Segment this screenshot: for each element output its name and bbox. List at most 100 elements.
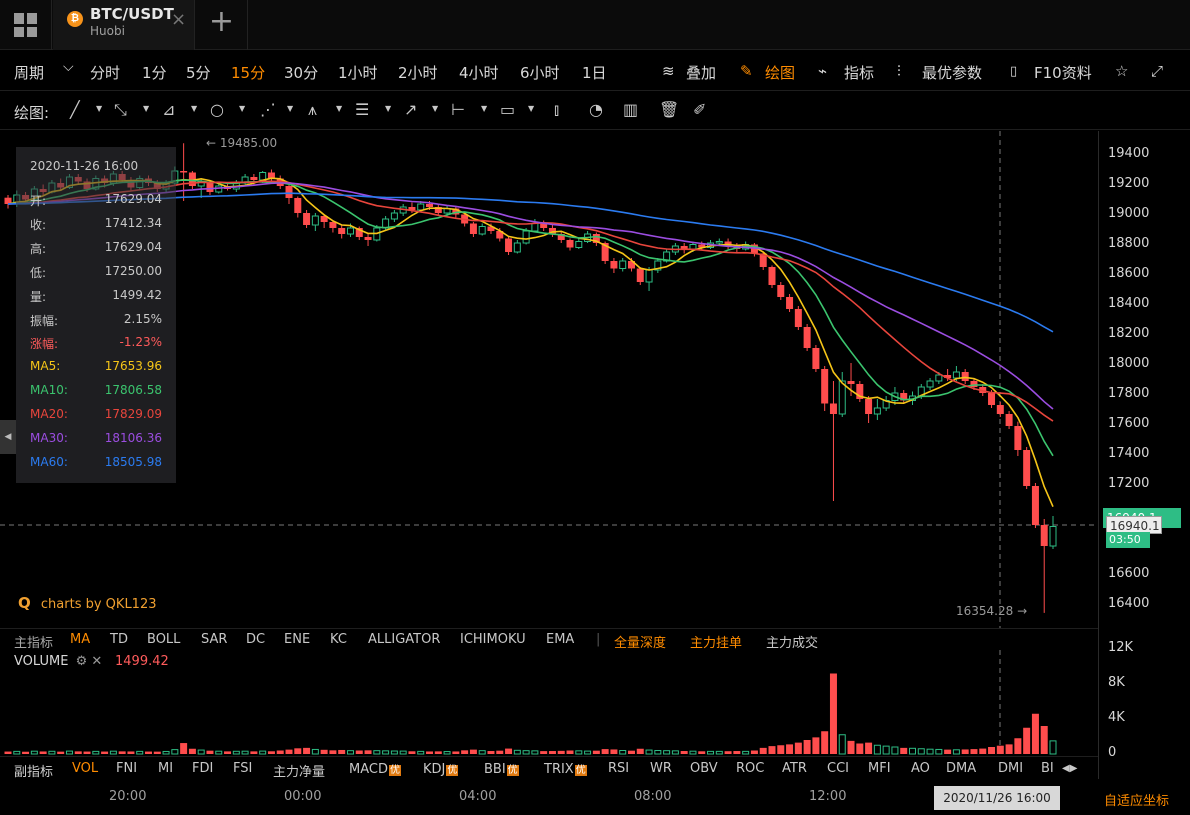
draw-button[interactable]: 绘图 [765, 62, 795, 83]
sub-indicator-obv[interactable]: OBV [690, 761, 718, 776]
sub-indicator-macd[interactable]: MACD 优 [349, 761, 401, 777]
sub-indicator-dmi[interactable]: DMI [998, 761, 1023, 776]
sub-indicator-vol[interactable]: VOL [72, 761, 98, 776]
scroll-arrows-icon[interactable]: ◀▶ [1062, 763, 1077, 774]
sub-indicator-net-volume[interactable]: 主力净量 [273, 761, 325, 780]
close-icon[interactable]: ✕ [91, 654, 102, 669]
indicator-dc[interactable]: DC [246, 632, 265, 647]
interval-2h[interactable]: 2小时 [398, 62, 438, 83]
indicators-button[interactable]: 指标 [844, 62, 874, 83]
period-label[interactable]: 周期 [14, 62, 44, 83]
pattern-tool-icon[interactable]: ⩚ [308, 100, 317, 120]
sub-indicator-wr[interactable]: WR [650, 761, 672, 776]
f10-button[interactable]: F10资料 [1034, 62, 1092, 83]
fullscreen-icon[interactable]: ⤢ [1151, 62, 1163, 80]
sub-indicator-ao[interactable]: AO [911, 761, 930, 776]
circle-tool-icon[interactable]: ○ [210, 100, 224, 119]
sliders-icon[interactable]: ⫶ [897, 62, 901, 80]
autofit-scale-button[interactable]: 自适应坐标 [1104, 790, 1169, 809]
line-tool-icon[interactable]: ╱ [70, 100, 80, 119]
sub-indicator-cci[interactable]: CCI [827, 761, 849, 776]
channel-tool-icon[interactable]: ⊿ [162, 100, 175, 119]
volume-bar [750, 750, 758, 754]
sub-indicator-rsi[interactable]: RSI [608, 761, 629, 776]
ray-tool-icon[interactable]: ⤡ [114, 100, 127, 120]
fib-tool-icon[interactable]: ☰ [355, 100, 369, 119]
sub-indicator-trix[interactable]: TRIX 优 [544, 761, 587, 777]
interval-4h[interactable]: 4小时 [459, 62, 499, 83]
sub-indicator-roc[interactable]: ROC [736, 761, 764, 776]
line-chart-icon[interactable]: ⌁ [818, 62, 827, 80]
sub-indicator-mi[interactable]: MI [158, 761, 173, 776]
gear-icon[interactable]: ⚙ [76, 654, 88, 669]
full-depth-button[interactable]: 全量深度 [614, 632, 666, 651]
indicator-sar[interactable]: SAR [201, 632, 227, 647]
layers-icon[interactable]: ≋ [662, 62, 675, 80]
volume-bar [856, 743, 864, 754]
chart-tool-icon[interactable]: ◔ [589, 100, 603, 119]
close-tab-icon[interactable]: × [171, 9, 186, 30]
time-tick: 12:00 [809, 789, 847, 804]
chevron-down-icon[interactable]: ▼ [143, 104, 149, 113]
info-value: 18106.36 [104, 431, 162, 445]
sub-indicator-fsi[interactable]: FSI [233, 761, 252, 776]
indicator-ichimoku[interactable]: ICHIMOKU [460, 632, 526, 647]
interval-5m[interactable]: 5分 [186, 62, 211, 83]
interval-15m[interactable]: 15分 [231, 62, 265, 83]
chevron-down-icon[interactable]: ▼ [481, 104, 487, 113]
app-menu-button[interactable] [0, 0, 52, 50]
best-params-button[interactable]: 最优参数 [922, 62, 982, 83]
star-icon[interactable]: ☆ [1115, 62, 1128, 80]
overlay-button[interactable]: 叠加 [686, 62, 716, 83]
arrow-tool-icon[interactable]: ↗ [404, 100, 417, 119]
sub-indicator-atr[interactable]: ATR [782, 761, 807, 776]
trash-icon[interactable]: 🗑 [659, 100, 679, 119]
sub-indicator-dma[interactable]: DMA [946, 761, 976, 776]
document-icon[interactable]: ▯ [1010, 64, 1017, 79]
measure-tool-icon[interactable]: ⊢ [451, 100, 465, 119]
comment-tool-icon[interactable]: ▭ [500, 100, 515, 119]
sub-indicator-kdj[interactable]: KDJ 优 [423, 761, 459, 777]
sub-indicator-fni[interactable]: FNI [116, 761, 137, 776]
chevron-down-icon[interactable]: ▼ [336, 104, 342, 113]
indicator-boll[interactable]: BOLL [147, 632, 180, 647]
interval-1d[interactable]: 1日 [582, 62, 607, 83]
indicator-ene[interactable]: ENE [284, 632, 310, 647]
chevron-down-icon[interactable]: ▼ [96, 104, 102, 113]
chevron-down-icon[interactable]: ⌵ [63, 59, 74, 75]
candle [505, 237, 513, 255]
sub-indicator-fdi[interactable]: FDI [192, 761, 213, 776]
sub-indicator-bbi[interactable]: BBI 优 [484, 761, 519, 777]
stats-tool-icon[interactable]: ▥ [623, 100, 638, 119]
sub-indicator-bi[interactable]: BI [1041, 761, 1054, 776]
indicator-kc[interactable]: KC [330, 632, 347, 647]
volume-tick: 0 [1108, 745, 1117, 760]
wave-tool-icon[interactable]: ⋰ [260, 100, 276, 119]
indicator-ema[interactable]: EMA [546, 632, 574, 647]
eraser-icon[interactable]: ✐ [693, 100, 706, 119]
collapse-panel-icon[interactable]: ◀ [0, 420, 16, 454]
tab-btc-usdt[interactable]: ₿ BTC/USDT Huobi × [53, 0, 195, 50]
interval-fenshi[interactable]: 分时 [90, 62, 120, 83]
chevron-down-icon[interactable]: ▼ [239, 104, 245, 113]
pencil-icon[interactable]: ✎ [740, 62, 753, 80]
volume-bar [970, 749, 978, 754]
interval-1h[interactable]: 1小时 [338, 62, 378, 83]
chevron-down-icon[interactable]: ▼ [385, 104, 391, 113]
candle [882, 396, 890, 411]
main-trades-button[interactable]: 主力成交 [766, 632, 818, 651]
indicator-alligator[interactable]: ALLIGATOR [368, 632, 440, 647]
sub-indicator-mfi[interactable]: MFI [868, 761, 891, 776]
indicator-td[interactable]: TD [110, 632, 128, 647]
chevron-down-icon[interactable]: ▼ [528, 104, 534, 113]
interval-30m[interactable]: 30分 [284, 62, 318, 83]
chevron-down-icon[interactable]: ▼ [287, 104, 293, 113]
add-tab-button[interactable]: + [196, 0, 248, 50]
interval-1m[interactable]: 1分 [142, 62, 167, 83]
chevron-down-icon[interactable]: ▼ [432, 104, 438, 113]
bar-tool-icon[interactable]: ⫾ [554, 100, 559, 120]
main-orders-button[interactable]: 主力挂单 [690, 632, 742, 651]
chevron-down-icon[interactable]: ▼ [191, 104, 197, 113]
interval-6h[interactable]: 6小时 [520, 62, 560, 83]
indicator-ma[interactable]: MA [70, 632, 90, 647]
